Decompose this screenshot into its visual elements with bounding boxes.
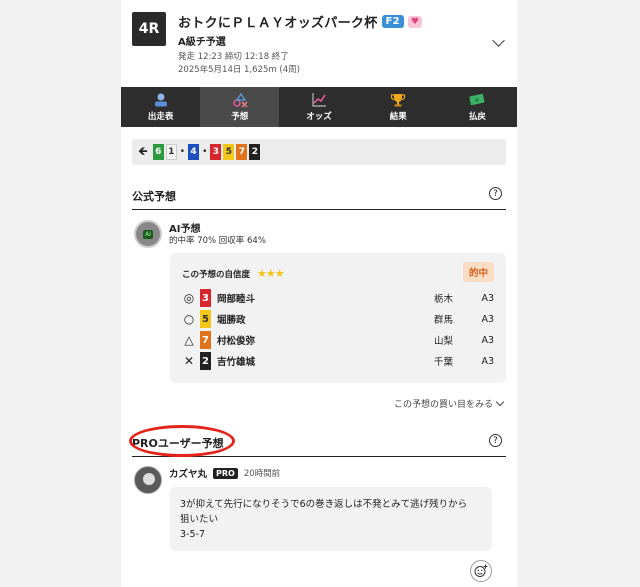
reaction-button[interactable]: [470, 560, 492, 582]
racer-number: 3: [210, 144, 222, 160]
chevron-down-icon: [495, 397, 505, 407]
racer-number: 3: [200, 289, 211, 307]
prediction-shapes-icon: [232, 92, 248, 108]
grade-badge: F2: [381, 15, 404, 28]
user-header: カズヤ丸 PRO 20時間前: [169, 466, 280, 480]
racer-location: 群馬: [434, 315, 454, 326]
comment-line: 3-5-7: [180, 529, 205, 540]
racer-number: 2: [200, 352, 211, 370]
prediction-card: この予想の自信度 ★★★ 的中 ◎ 3 岡部睦斗 栃木 A3 ○ 5 堀勝政 群…: [170, 253, 506, 383]
smile-plus-icon: [474, 564, 488, 577]
race-title: おトクにＰＬＡＹオッズパーク杯 F2 ♥: [178, 12, 423, 31]
tab-label: オッズ: [306, 112, 332, 122]
tab-entries[interactable]: 出走表: [121, 87, 200, 127]
person-icon: [153, 92, 169, 108]
confidence-label: この予想の自信度: [182, 270, 251, 280]
racer-name[interactable]: 岡部睦斗: [217, 291, 434, 305]
pick-row: ◎ 3 岡部睦斗 栃木 A3: [182, 289, 494, 307]
racer-location: 栃木: [434, 294, 454, 305]
comment-bubble: 3が抑えて先行になりそうで6の巻き返しは不発とみて逃げ残りから 狙いたい 3-5…: [170, 487, 492, 551]
racer-location: 千葉: [434, 357, 454, 368]
racer-class: A3: [481, 355, 494, 367]
ai-avatar: AI: [134, 220, 162, 248]
help-icon[interactable]: ?: [489, 187, 502, 200]
pro-badge: PRO: [213, 467, 238, 479]
racer-name[interactable]: 堀勝政: [217, 312, 434, 326]
confidence-row: この予想の自信度 ★★★: [182, 267, 285, 280]
racer-class: A3: [481, 313, 494, 325]
racer-number: 5: [223, 144, 235, 160]
help-icon[interactable]: ?: [489, 434, 502, 447]
trophy-icon: [390, 92, 406, 108]
racer-number: 6: [152, 144, 164, 160]
tab-label: 結果: [389, 112, 407, 122]
tab-results[interactable]: 結果: [359, 87, 438, 127]
race-number-badge: 4R: [132, 12, 166, 46]
avatar[interactable]: [134, 466, 162, 494]
tab-label: 払戻: [468, 112, 486, 122]
racer-number: 2: [249, 144, 261, 160]
official-prediction-heading: 公式予想 ?: [132, 187, 506, 210]
race-date: 2025年5月14日 1,625m (4周): [178, 65, 300, 75]
tab-odds[interactable]: オッズ: [279, 87, 358, 127]
racer-name[interactable]: 村松俊弥: [217, 333, 434, 347]
separator: •: [179, 147, 186, 157]
ai-stats: 的中率 70% 回収率 64%: [169, 236, 266, 246]
racer-number: 5: [200, 310, 211, 328]
tab-payout[interactable]: 払戻: [438, 87, 517, 127]
hit-badge: 的中: [462, 262, 494, 282]
cross-icon: ✕: [183, 354, 195, 368]
star-rating-icon: ★★★: [256, 267, 285, 280]
racer-number: 4: [188, 144, 200, 160]
section-title: 公式予想: [132, 190, 176, 203]
user-name[interactable]: カズヤ丸: [169, 466, 207, 480]
racer-location: 山梨: [434, 336, 454, 347]
highlight-circle-annotation: [129, 425, 235, 457]
race-subtitle: A級チ予選: [178, 37, 226, 48]
tab-label: 出走表: [147, 112, 174, 122]
race-title-text: おトクにＰＬＡＹオッズパーク杯: [178, 16, 378, 31]
tab-label: 予想: [231, 112, 249, 122]
racer-name[interactable]: 吉竹雄城: [217, 354, 434, 368]
post-time: 20時間前: [243, 469, 281, 479]
comment-line: 3が抑えて先行になりそうで6の巻き返しは不発とみて逃げ残りから: [180, 499, 468, 510]
ai-avatar-text: AI: [143, 229, 153, 239]
double-circle-icon: ◎: [183, 291, 195, 305]
view-bets-label: この予想の買い目をみる: [393, 400, 493, 410]
racer-number: 1: [165, 144, 177, 160]
racer-number: 7: [200, 331, 211, 349]
heart-icon[interactable]: ♥: [407, 15, 423, 28]
pick-row: ✕ 2 吉竹雄城 千葉 A3: [182, 352, 494, 370]
tab-prediction[interactable]: 予想: [200, 87, 280, 127]
race-page: 4R おトクにＰＬＡＹオッズパーク杯 F2 ♥ A級チ予選 発走 12:23 締…: [121, 0, 517, 587]
race-schedule: 発走 12:23 締切 12:18 終了: [178, 52, 289, 62]
arrow-left-icon: 🡸: [138, 143, 148, 158]
pick-row: △ 7 村松俊弥 山梨 A3: [182, 331, 494, 349]
racer-class: A3: [481, 292, 494, 304]
comment-line: 狙いたい: [180, 514, 219, 525]
separator: •: [202, 147, 208, 157]
ai-name: AI予想: [169, 224, 201, 235]
racer-number: 7: [236, 144, 248, 160]
chevron-down-icon[interactable]: [492, 34, 505, 47]
chart-icon: [311, 92, 327, 108]
race-nav: 出走表 予想 オッズ 結果 払戻: [121, 87, 517, 127]
pick-row: ○ 5 堀勝政 群馬 A3: [182, 310, 494, 328]
circle-icon: ○: [183, 312, 195, 326]
racer-class: A3: [481, 334, 494, 346]
money-icon: [468, 92, 486, 108]
view-bets-link[interactable]: この予想の買い目をみる: [393, 397, 505, 410]
result-order-bar: 🡸 6 1 • 4 • 3 5 7 2: [132, 139, 506, 165]
triangle-icon: △: [184, 333, 194, 347]
